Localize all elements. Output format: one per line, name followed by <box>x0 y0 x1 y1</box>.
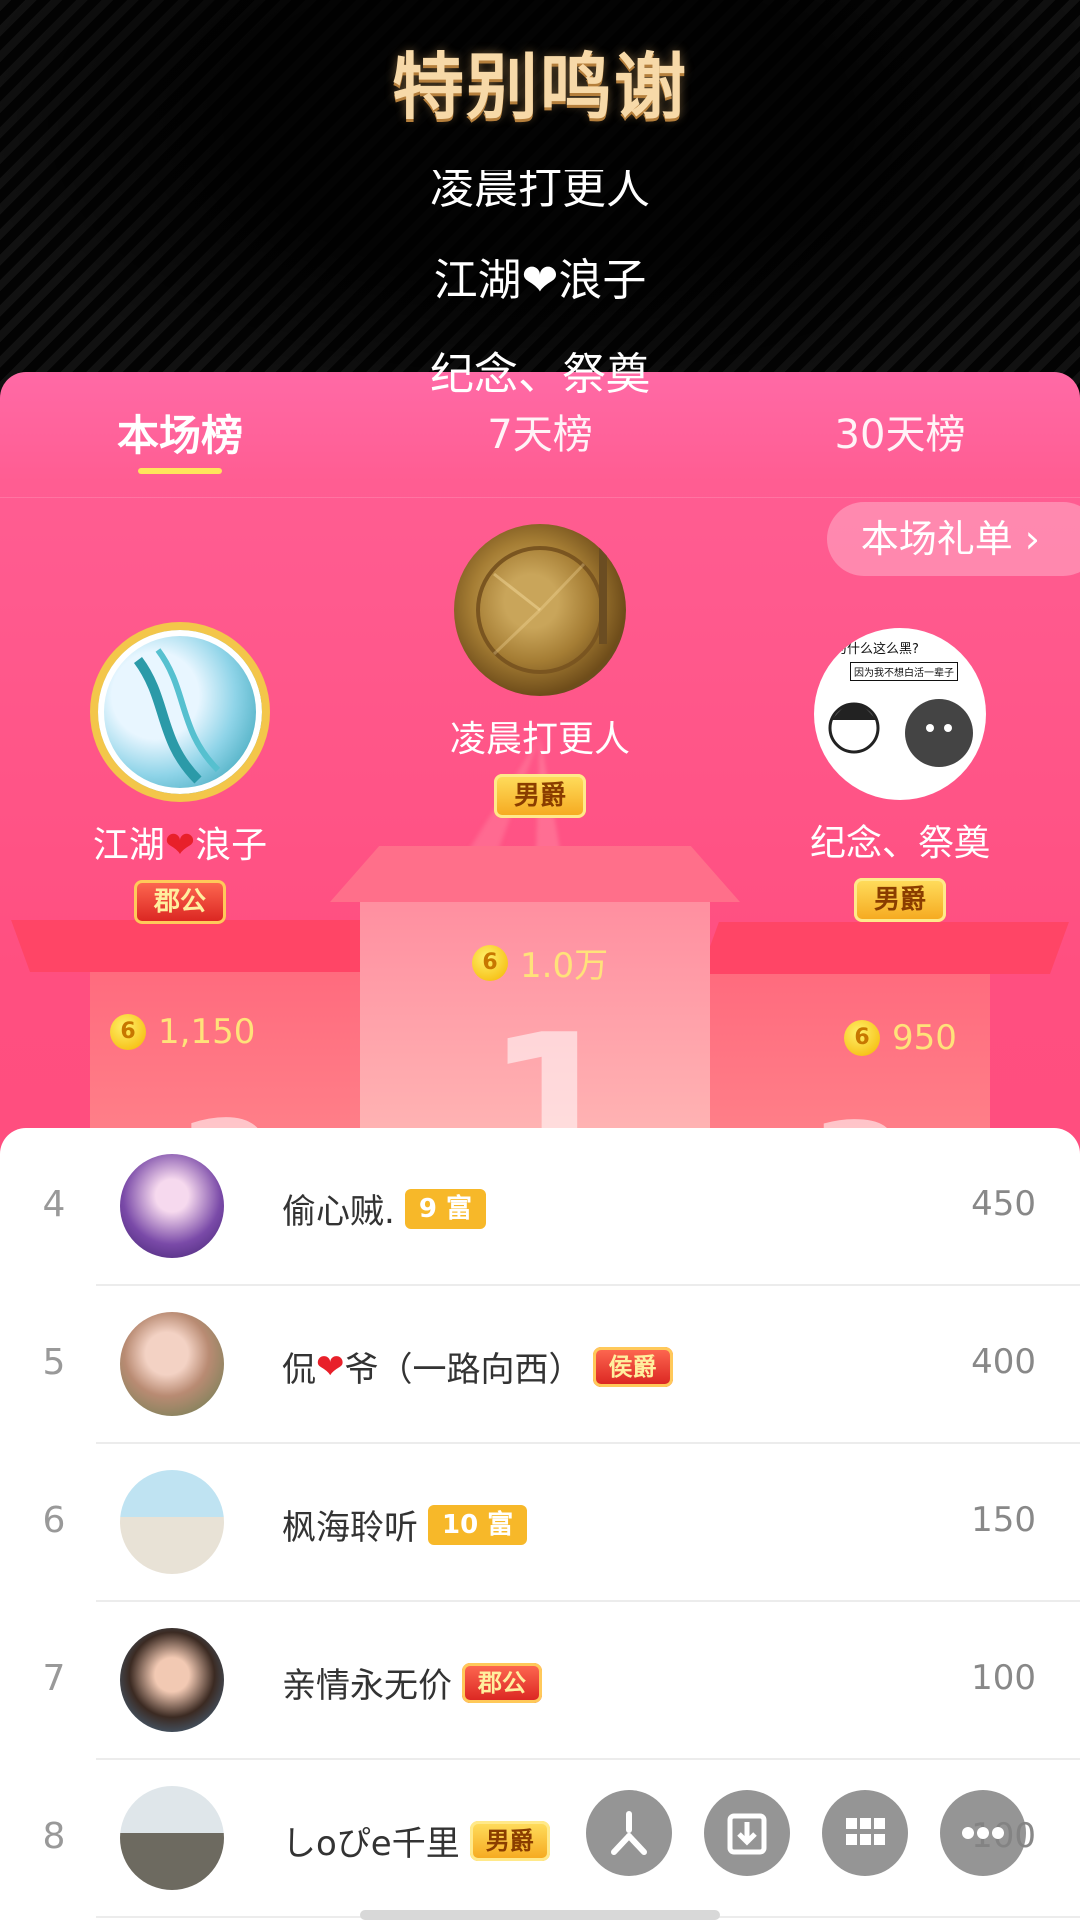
avatar[interactable] <box>120 1154 224 1258</box>
download-icon[interactable] <box>704 1790 790 1876</box>
ranking-list: 4 偷心贼. 9 富 450 5 侃 ❤ 爷（一路向西） 侯爵 400 6 枫海… <box>0 1128 1080 1920</box>
user-name: 侃 ❤ 爷（一路向西） 侯爵 <box>282 1342 673 1391</box>
user-name: しoぴe千里 男爵 <box>282 1816 550 1865</box>
list-item[interactable]: 7 亲情永无价 郡公 100 <box>0 1602 1080 1760</box>
avatar[interactable] <box>454 524 626 696</box>
user-name: 偷心贼. 9 富 <box>282 1184 486 1233</box>
home-indicator[interactable] <box>360 1910 720 1920</box>
coin-icon: 6 <box>110 1014 146 1050</box>
avatar-frame-image <box>133 648 221 784</box>
grid-icon[interactable] <box>822 1790 908 1876</box>
coin-amount: 950 <box>892 1018 957 1058</box>
noble-badge: 男爵 <box>493 774 586 818</box>
contribution-value: 100 <box>971 1658 1036 1698</box>
podium-coins-second: 6 1,150 <box>110 1012 255 1052</box>
rank-number: 6 <box>42 1500 66 1541</box>
asterisk-icon[interactable] <box>586 1790 672 1876</box>
active-tab-indicator <box>138 468 222 474</box>
gift-list-button[interactable]: 本场礼单 › <box>826 502 1080 576</box>
coin-icon: 6 <box>472 944 508 981</box>
avatar[interactable] <box>120 1786 224 1890</box>
tab-7-days[interactable]: 7天榜 <box>487 402 592 460</box>
more-icon[interactable] <box>940 1790 1026 1876</box>
rank-number: 8 <box>42 1816 66 1857</box>
gong-image <box>476 544 607 674</box>
list-item[interactable]: 5 侃 ❤ 爷（一路向西） 侯爵 400 <box>0 1286 1080 1444</box>
avatar[interactable] <box>120 1312 224 1416</box>
contribution-value: 150 <box>971 1500 1036 1540</box>
list-item[interactable]: 4 偷心贼. 9 富 450 <box>0 1128 1080 1286</box>
list-item[interactable]: 6 枫海聆听 10 富 150 <box>0 1444 1080 1602</box>
ranking-page: 特别鸣谢 凌晨打更人 江湖❤浪子 纪念、祭奠 本场榜 7天榜 30天榜 本场礼单… <box>0 0 1080 1920</box>
podium-user-name: 江湖❤浪子 <box>92 825 268 866</box>
wealth-badge: 9 富 <box>404 1188 486 1229</box>
podium-user-first[interactable]: 凌晨打更人 男爵 <box>390 524 690 818</box>
podium-coins-first: 6 1.0万 <box>472 938 608 987</box>
credit-name: 纪念、祭奠 <box>430 349 650 400</box>
noble-badge: 郡公 <box>462 1662 542 1703</box>
user-name: 亲情永无价 郡公 <box>282 1658 542 1707</box>
rank-number: 4 <box>42 1184 66 1225</box>
podium-user-name: 纪念、祭奠 <box>809 823 990 864</box>
avatar[interactable] <box>120 1628 224 1732</box>
credits-title: 特别鸣谢 <box>391 45 688 129</box>
contribution-value: 400 <box>971 1342 1036 1382</box>
wealth-badge: 10 富 <box>428 1504 528 1545</box>
podium-user-second[interactable]: 江湖❤浪子 郡公 <box>30 622 330 924</box>
noble-badge: 侯爵 <box>592 1346 673 1387</box>
credit-name: 江湖❤浪子 <box>433 255 647 306</box>
credits-banner: 特别鸣谢 凌晨打更人 江湖❤浪子 纪念、祭奠 <box>0 0 1080 400</box>
podium-user-name: 凌晨打更人 <box>449 719 630 760</box>
tab-current-show[interactable]: 本场榜 <box>117 402 243 463</box>
avatar[interactable] <box>90 622 270 802</box>
avatar[interactable] <box>120 1470 224 1574</box>
avatar-caption: 因为我不想白活一辈子 <box>850 662 958 681</box>
contribution-value: 450 <box>971 1184 1036 1224</box>
noble-badge: 男爵 <box>853 878 946 922</box>
podium-coins-third: 6 950 <box>844 1018 957 1058</box>
list-item[interactable]: 8 しoぴe千里 男爵 100 <box>0 1760 1080 1918</box>
credit-name: 凌晨打更人 <box>430 163 650 214</box>
noble-badge: 郡公 <box>133 880 226 924</box>
coin-icon: 6 <box>844 1020 880 1056</box>
avatar[interactable]: 为什么这么黑? 因为我不想白活一辈子 <box>814 628 986 800</box>
podium-user-third[interactable]: 为什么这么黑? 因为我不想白活一辈子 纪念、祭奠 男爵 <box>750 628 1050 922</box>
coin-amount: 1,150 <box>158 1012 256 1052</box>
user-name: 枫海聆听 10 富 <box>282 1500 528 1549</box>
avatar-caption: 为什么这么黑? <box>834 642 919 657</box>
tab-30-days[interactable]: 30天榜 <box>835 402 966 460</box>
coin-amount: 1.0万 <box>520 946 609 986</box>
rank-number: 5 <box>42 1342 66 1383</box>
noble-badge: 男爵 <box>469 1820 550 1861</box>
rank-number: 7 <box>42 1658 66 1699</box>
